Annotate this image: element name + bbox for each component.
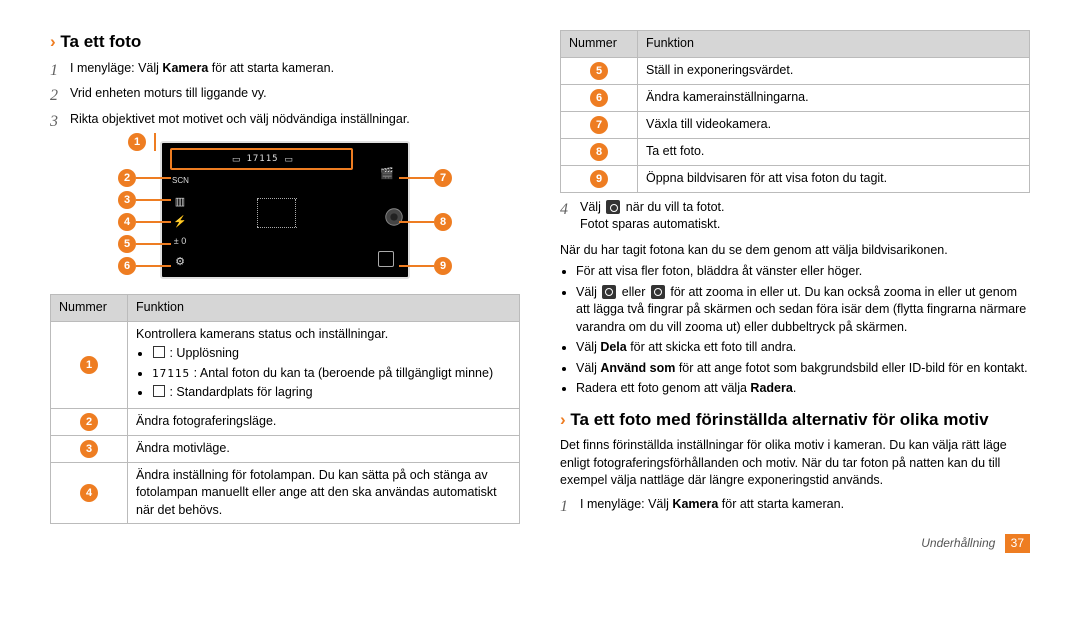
scene-icon: SCN xyxy=(172,175,188,186)
table-row: Ändra inställning för fotolampan. Du kan… xyxy=(128,462,520,524)
step-text: Rikta objektivet mot motivet och välj nö… xyxy=(70,111,520,129)
camera-diagram: ▭17115▭ SCN ▥ ⚡ ± 0 ⚙ 🎬 1 xyxy=(50,141,520,285)
th-function: Funktion xyxy=(638,31,1030,58)
callout-4: 4 xyxy=(118,213,171,231)
settings-icon: ⚙ xyxy=(172,255,188,270)
badge-9: 9 xyxy=(434,257,452,275)
callout-7: 7 xyxy=(399,169,452,187)
heading-text: Ta ett foto xyxy=(60,32,141,51)
badge-4: 4 xyxy=(118,213,136,231)
section-label: Underhållning xyxy=(921,536,995,550)
chevron-icon: › xyxy=(560,410,566,429)
list-item: Välj Dela för att skicka ett foto till a… xyxy=(576,339,1030,357)
step-number: 2 xyxy=(50,85,70,107)
callout-6: 6 xyxy=(118,257,171,275)
step-number: 1 xyxy=(50,60,70,82)
step-number: 4 xyxy=(560,199,580,221)
tips-list: För att visa fler foton, bläddra åt väns… xyxy=(560,263,1030,398)
function-table-left: Nummer Funktion 1 Kontrollera kamerans s… xyxy=(50,294,520,524)
shutter-icon xyxy=(383,206,399,233)
badge-3: 3 xyxy=(118,191,136,209)
video-icon: 🎬 xyxy=(379,167,395,182)
table-row: Ändra fotograferingsläge. xyxy=(128,408,520,435)
callout-2: 2 xyxy=(118,169,171,187)
focus-brackets xyxy=(257,198,297,228)
table-row: Öppna bildvisaren för att visa foton du … xyxy=(638,165,1030,192)
callout-9: 9 xyxy=(399,257,452,275)
badge-8: 8 xyxy=(590,143,608,161)
zoom-in-icon xyxy=(602,285,616,299)
badge-7: 7 xyxy=(434,169,452,187)
th-function: Funktion xyxy=(128,295,520,322)
badge-5: 5 xyxy=(590,62,608,80)
step-text: I menyläge: Välj Kamera för att starta k… xyxy=(70,60,520,78)
heading-preset-scenes: › Ta ett foto med förinställda alternati… xyxy=(560,408,1030,432)
badge-1: 1 xyxy=(128,133,146,151)
table-row: Ställ in exponeringsvärdet. xyxy=(638,57,1030,84)
step-subtext: Fotot sparas automatiskt. xyxy=(580,216,1030,234)
callout-1: 1 xyxy=(128,133,156,151)
list-item: Välj eller för att zooma in eller ut. Du… xyxy=(576,284,1030,337)
callout-5: 5 xyxy=(118,235,171,253)
callout-8: 8 xyxy=(399,213,452,231)
step-4: 4 Välj när du vill ta fotot. Fotot spara… xyxy=(560,199,1030,234)
count-icon: 17115 xyxy=(152,367,190,380)
table-row: Kontrollera kamerans status och inställn… xyxy=(128,321,520,408)
step-text: I menyläge: Välj Kamera för att starta k… xyxy=(580,496,1030,514)
page-number: 37 xyxy=(1005,534,1030,553)
badge-1: 1 xyxy=(80,356,98,374)
steps-right2: 1 I menyläge: Välj Kamera för att starta… xyxy=(560,496,1030,518)
table-row: Ändra motivläge. xyxy=(128,435,520,462)
badge-9: 9 xyxy=(590,170,608,188)
list-item: Välj Använd som för att ange fotot som b… xyxy=(576,360,1030,378)
badge-2: 2 xyxy=(118,169,136,187)
th-number: Nummer xyxy=(561,31,638,58)
step-text: Vrid enheten moturs till liggande vy. xyxy=(70,85,520,103)
list-item: Radera ett foto genom att välja Radera. xyxy=(576,380,1030,398)
badge-8: 8 xyxy=(434,213,452,231)
badge-4: 4 xyxy=(80,484,98,502)
table-row: Ändra kamerainställningarna. xyxy=(638,84,1030,111)
step-number: 1 xyxy=(560,496,580,518)
camera-screen: ▭17115▭ SCN ▥ ⚡ ± 0 ⚙ 🎬 xyxy=(160,141,410,279)
table-row: Växla till videokamera. xyxy=(638,111,1030,138)
resolution-icon xyxy=(153,346,165,358)
gallery-icon xyxy=(378,251,394,267)
page-footer: Underhållning 37 xyxy=(560,534,1030,553)
heading-ta-ett-foto: › Ta ett foto xyxy=(50,30,520,54)
table-row: Ta ett foto. xyxy=(638,138,1030,165)
list-item: För att visa fler foton, bläddra åt väns… xyxy=(576,263,1030,281)
storage-icon xyxy=(153,385,165,397)
badge-5: 5 xyxy=(118,235,136,253)
zoom-out-icon xyxy=(651,285,665,299)
post-photo-paragraph: När du har tagit fotona kan du se dem ge… xyxy=(560,242,1030,260)
badge-7: 7 xyxy=(590,116,608,134)
preset-scenes-paragraph: Det finns förinställda inställningar för… xyxy=(560,437,1030,490)
chevron-icon: › xyxy=(50,32,56,51)
mode-icon: ▥ xyxy=(172,195,188,210)
camera-icon xyxy=(606,200,620,214)
th-number: Nummer xyxy=(51,295,128,322)
step-number: 3 xyxy=(50,111,70,133)
step-text: Välj när du vill ta fotot. Fotot sparas … xyxy=(580,199,1030,234)
status-bar-highlight: ▭17115▭ xyxy=(170,148,353,170)
badge-2: 2 xyxy=(80,413,98,431)
badge-6: 6 xyxy=(590,89,608,107)
badge-6: 6 xyxy=(118,257,136,275)
steps-left: 1 I menyläge: Välj Kamera för att starta… xyxy=(50,60,520,133)
badge-3: 3 xyxy=(80,440,98,458)
function-table-right: Nummer Funktion 5 Ställ in exponeringsvä… xyxy=(560,30,1030,193)
flash-icon: ⚡ xyxy=(172,215,188,230)
exposure-icon: ± 0 xyxy=(172,235,188,248)
heading-text: Ta ett foto med förinställda alternativ … xyxy=(570,410,988,429)
callout-3: 3 xyxy=(118,191,171,209)
